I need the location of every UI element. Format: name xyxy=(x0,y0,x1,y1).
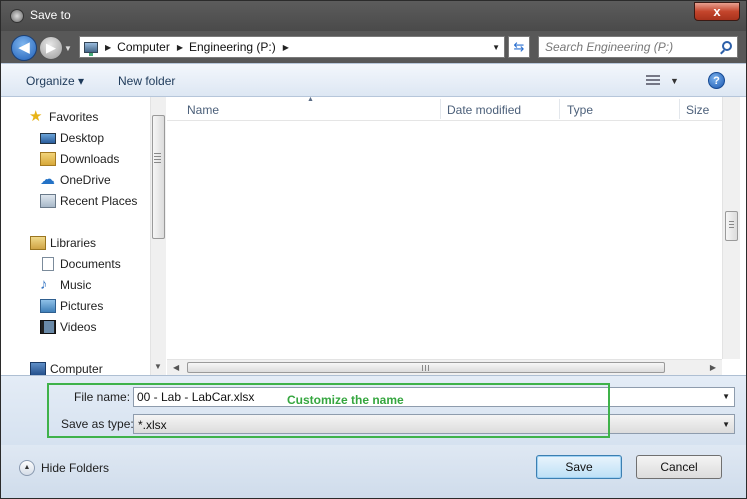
search-icon[interactable] xyxy=(722,41,732,51)
nav-scrollbar[interactable]: ▼ xyxy=(150,97,166,375)
organize-button[interactable]: Organize ▾ xyxy=(26,74,84,88)
grip-icon xyxy=(154,153,161,163)
file-name-input[interactable] xyxy=(134,388,714,406)
view-options-icon[interactable] xyxy=(646,75,660,87)
column-divider[interactable] xyxy=(559,99,560,119)
desktop-icon xyxy=(40,133,56,144)
dialog-footer: ▲ Hide Folders Save Cancel xyxy=(1,445,746,498)
chevron-down-icon[interactable]: ▼ xyxy=(722,392,730,401)
file-name-label: File name: xyxy=(74,390,131,404)
column-divider[interactable] xyxy=(679,99,680,119)
save-button[interactable]: Save xyxy=(536,455,622,479)
column-name[interactable]: Name xyxy=(187,103,219,117)
chevron-right-icon[interactable]: ▶ xyxy=(283,43,289,52)
save-as-type-select[interactable]: *.xlsx ▼ xyxy=(133,414,735,434)
nav-downloads[interactable]: Downloads xyxy=(40,152,119,166)
nav-onedrive[interactable]: ☁ OneDrive xyxy=(40,172,111,187)
sort-ascending-icon: ▲ xyxy=(307,96,314,103)
scroll-left-icon[interactable]: ◀ xyxy=(173,363,179,372)
file-list-pane[interactable]: ▲ Name Date modified Type Size ◀ ▶ xyxy=(167,96,746,375)
breadcrumb-engineering[interactable]: Engineering (P:) xyxy=(189,40,276,54)
column-divider[interactable] xyxy=(440,99,441,119)
nav-scroll-thumb[interactable] xyxy=(152,115,165,239)
cancel-button[interactable]: Cancel xyxy=(636,455,722,479)
horizontal-scroll-thumb[interactable] xyxy=(187,362,665,373)
file-name-field[interactable]: ▼ xyxy=(133,387,735,407)
forward-button[interactable]: ▶ xyxy=(39,36,63,60)
breadcrumb-computer[interactable]: Computer xyxy=(117,40,170,54)
column-type[interactable]: Type xyxy=(567,103,593,117)
music-icon: ♪ xyxy=(40,276,48,293)
save-as-type-label: Save as type: xyxy=(61,417,134,431)
address-bar[interactable]: ▶ Computer ▶ Engineering (P:) ▶ ▼ xyxy=(79,36,505,58)
annotation-text: Customize the name xyxy=(287,393,404,407)
help-button[interactable]: ? xyxy=(708,72,725,89)
pictures-icon xyxy=(40,299,56,313)
content-area: ★ Favorites Desktop Downloads ☁ OneDrive… xyxy=(1,96,746,376)
nav-documents[interactable]: Documents xyxy=(42,257,121,271)
nav-favorites[interactable]: ★ Favorites xyxy=(29,109,98,124)
nav-libraries[interactable]: Libraries xyxy=(30,236,96,250)
star-icon: ★ xyxy=(29,108,43,125)
scroll-down-icon[interactable]: ▼ xyxy=(154,362,162,371)
nav-music[interactable]: ♪ Music xyxy=(40,277,91,292)
save-as-type-value: *.xlsx xyxy=(138,418,167,432)
nav-videos[interactable]: Videos xyxy=(40,320,96,334)
save-dialog: Save to x ◀ ▶ ▼ ▶ Computer ▶ Engineering… xyxy=(0,0,747,499)
address-dropdown-icon[interactable]: ▼ xyxy=(492,43,500,52)
view-dropdown-icon[interactable]: ▼ xyxy=(670,76,679,86)
nav-desktop[interactable]: Desktop xyxy=(40,131,104,145)
horizontal-scrollbar[interactable]: ◀ ▶ xyxy=(167,359,722,375)
chevron-right-icon[interactable]: ▶ xyxy=(105,43,111,52)
nav-recent-places[interactable]: Recent Places xyxy=(40,194,137,208)
column-date-modified[interactable]: Date modified xyxy=(447,103,521,117)
column-header-row: ▲ Name Date modified Type Size xyxy=(167,96,722,121)
nav-pictures[interactable]: Pictures xyxy=(40,299,103,313)
computer-icon xyxy=(30,362,46,376)
title-bar[interactable]: Save to x xyxy=(1,1,746,31)
nav-computer[interactable]: Computer xyxy=(30,362,103,376)
chevron-down-icon[interactable]: ▼ xyxy=(722,420,730,429)
chevron-right-icon[interactable]: ▶ xyxy=(177,43,183,52)
toolbar: Organize ▾ New folder ▼ ? xyxy=(1,63,746,97)
window-title: Save to xyxy=(30,8,71,22)
search-input[interactable] xyxy=(539,37,715,57)
document-icon xyxy=(42,257,54,271)
close-button[interactable]: x xyxy=(694,2,740,21)
navigation-bar: ◀ ▶ ▼ ▶ Computer ▶ Engineering (P:) ▶ ▼ … xyxy=(1,31,746,63)
navigation-pane: ★ Favorites Desktop Downloads ☁ OneDrive… xyxy=(1,97,166,376)
scroll-right-icon[interactable]: ▶ xyxy=(710,363,716,372)
refresh-button[interactable]: ⇆ xyxy=(508,36,530,58)
chevron-up-icon: ▲ xyxy=(19,460,35,476)
history-dropdown-icon[interactable]: ▼ xyxy=(64,44,74,54)
videos-icon xyxy=(40,320,56,334)
libraries-icon xyxy=(30,236,46,250)
cloud-icon: ☁ xyxy=(40,171,55,188)
recent-places-icon xyxy=(40,194,56,208)
computer-icon xyxy=(84,41,98,56)
search-box[interactable] xyxy=(538,36,738,58)
file-list-scrollbar[interactable] xyxy=(722,97,740,359)
app-icon xyxy=(10,9,24,23)
new-folder-button[interactable]: New folder xyxy=(118,74,175,88)
file-scroll-thumb[interactable] xyxy=(725,211,738,241)
save-form: File name: ▼ Save as type: *.xlsx ▼ Cust… xyxy=(1,375,746,445)
hide-folders-button[interactable]: ▲ Hide Folders xyxy=(19,460,109,476)
downloads-icon xyxy=(40,152,56,166)
column-size[interactable]: Size xyxy=(686,103,709,117)
back-button[interactable]: ◀ xyxy=(11,35,37,61)
